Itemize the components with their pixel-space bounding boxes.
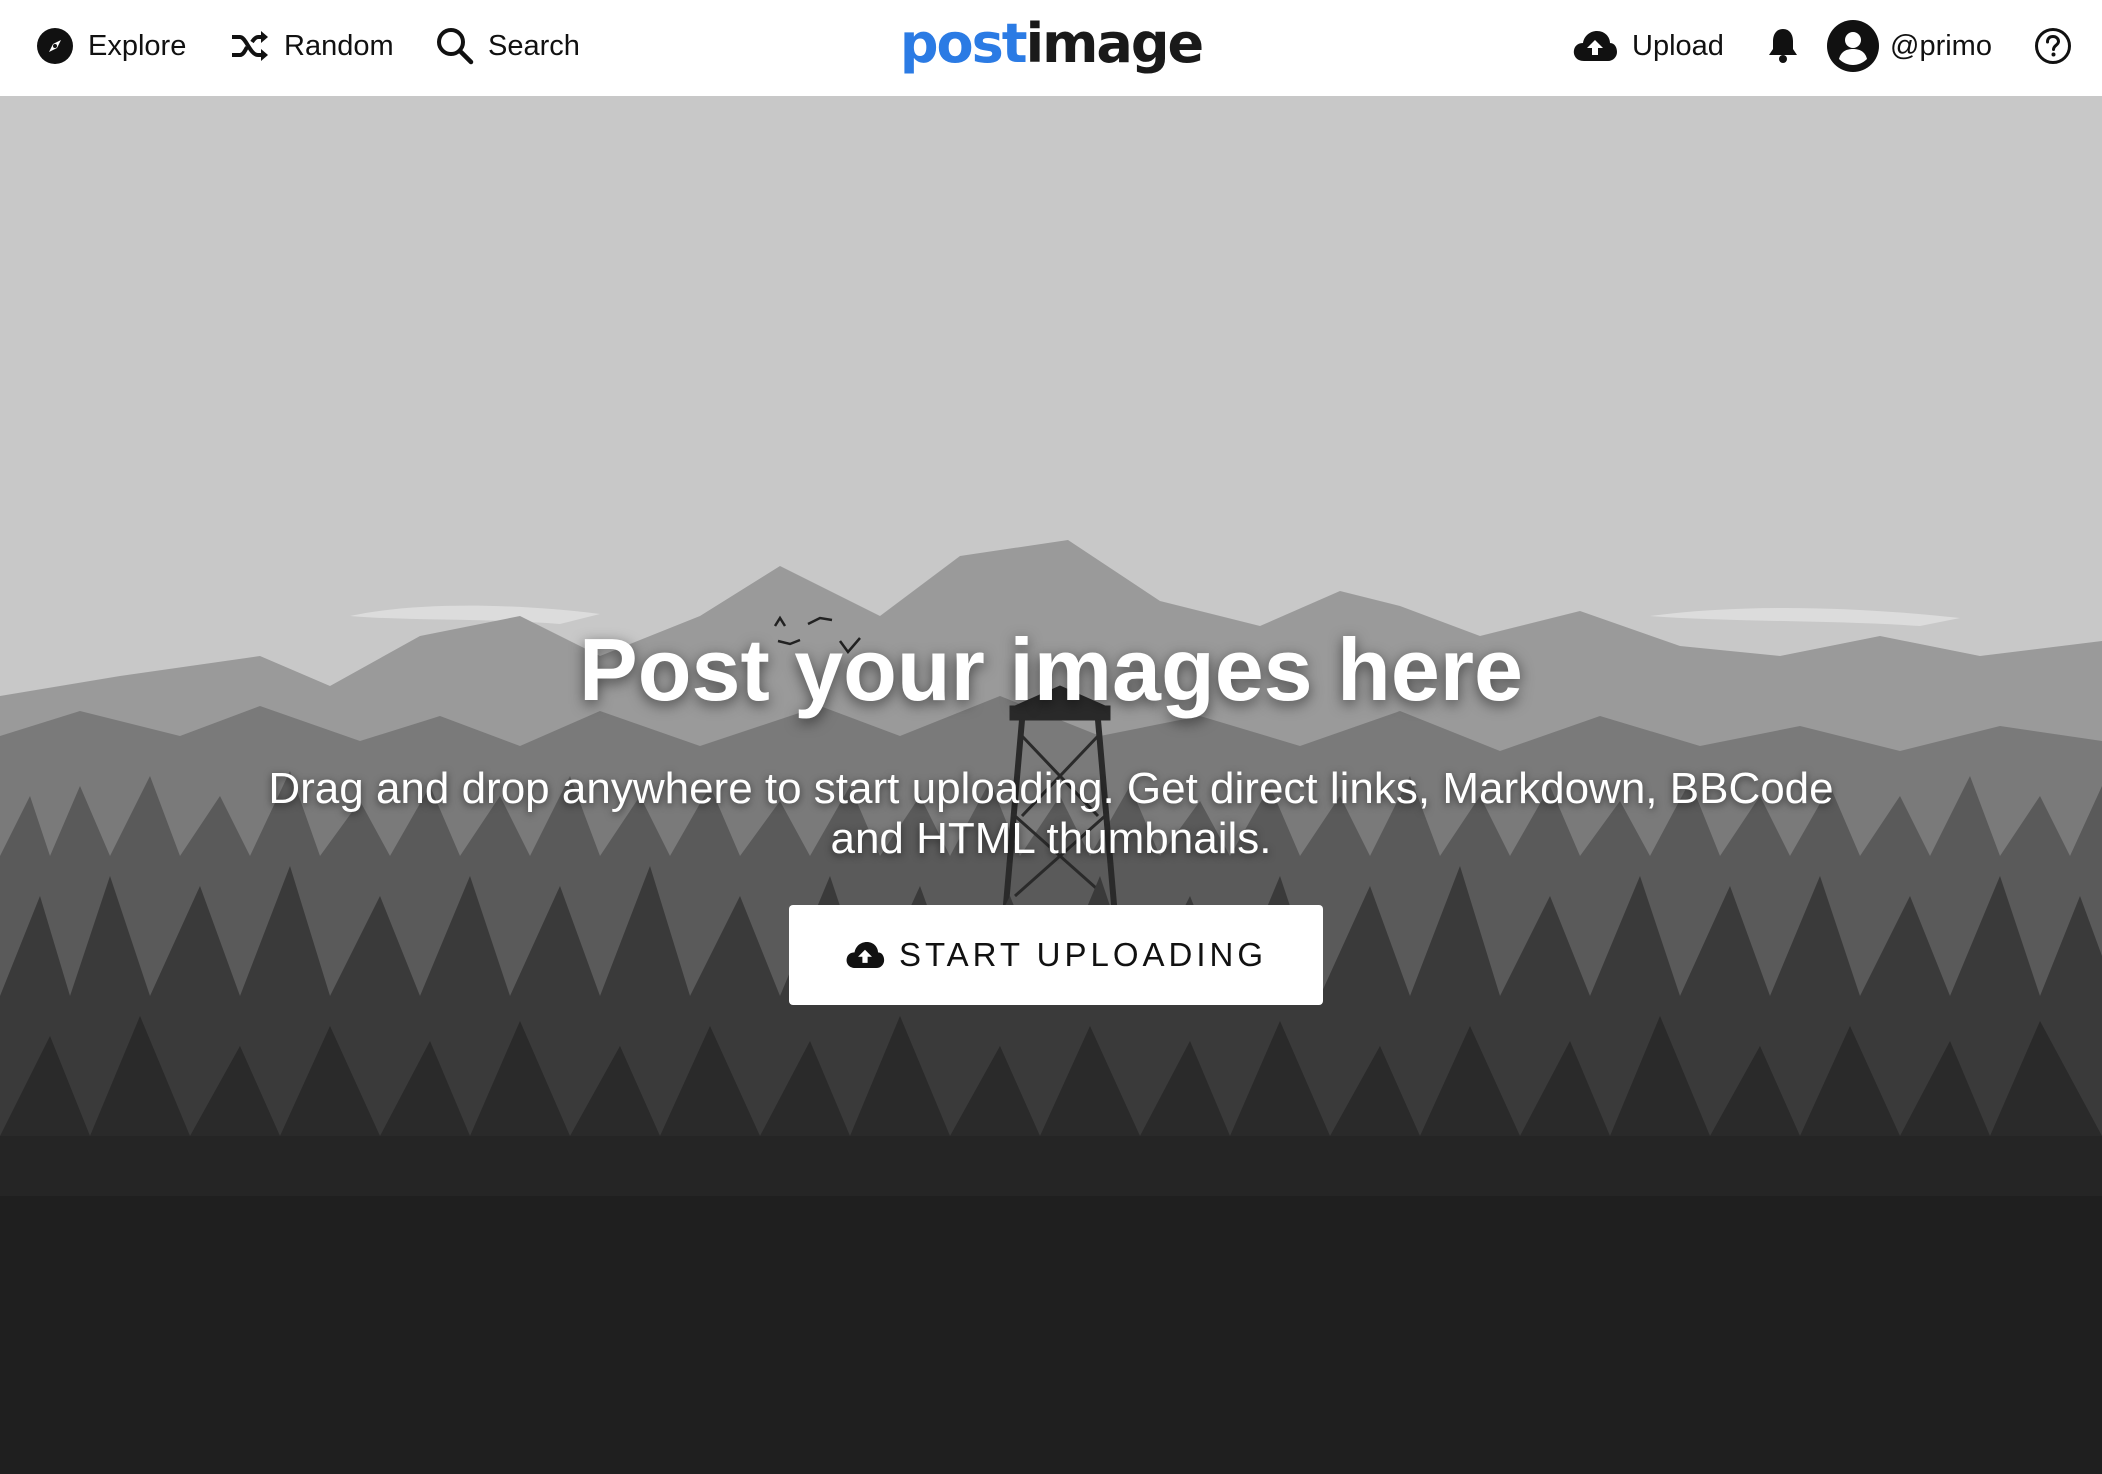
logo-part-post: post	[899, 12, 1028, 75]
top-navigation-bar: Explore Random Search postimage Upload @…	[0, 0, 2102, 96]
hero-section: Post your images here Drag and drop anyw…	[0, 96, 2102, 1474]
start-uploading-button[interactable]: START UPLOADING	[789, 905, 1323, 1005]
nav-random-link[interactable]: Random	[230, 0, 394, 92]
nav-search-link[interactable]: Search	[436, 0, 580, 92]
help-button[interactable]	[2034, 0, 2072, 92]
user-menu[interactable]: @primo	[1826, 0, 1992, 92]
start-uploading-label: START UPLOADING	[898, 936, 1268, 973]
bell-icon	[1766, 27, 1800, 65]
nav-search-label: Search	[488, 29, 580, 62]
nav-upload-label: Upload	[1632, 29, 1724, 62]
cloud-upload-icon	[1572, 29, 1618, 63]
user-avatar-icon	[1826, 19, 1880, 73]
notifications-button[interactable]	[1766, 0, 1800, 92]
nav-upload-link[interactable]: Upload	[1572, 0, 1724, 92]
logo-part-image: image	[1025, 12, 1204, 75]
nav-explore-label: Explore	[88, 29, 187, 62]
hero-subtitle: Drag and drop anywhere to start uploadin…	[268, 764, 1834, 863]
postimage-logo[interactable]: postimage	[900, 17, 1204, 71]
shuffle-icon	[230, 29, 270, 63]
nav-explore-link[interactable]: Explore	[36, 0, 186, 92]
search-icon	[436, 27, 474, 65]
hero-title: Post your images here	[579, 620, 1523, 719]
username-label: @primo	[1890, 29, 1992, 62]
nav-random-label: Random	[284, 29, 394, 62]
compass-icon	[36, 27, 74, 65]
help-icon	[2034, 27, 2072, 65]
cloud-upload-icon	[846, 941, 885, 969]
